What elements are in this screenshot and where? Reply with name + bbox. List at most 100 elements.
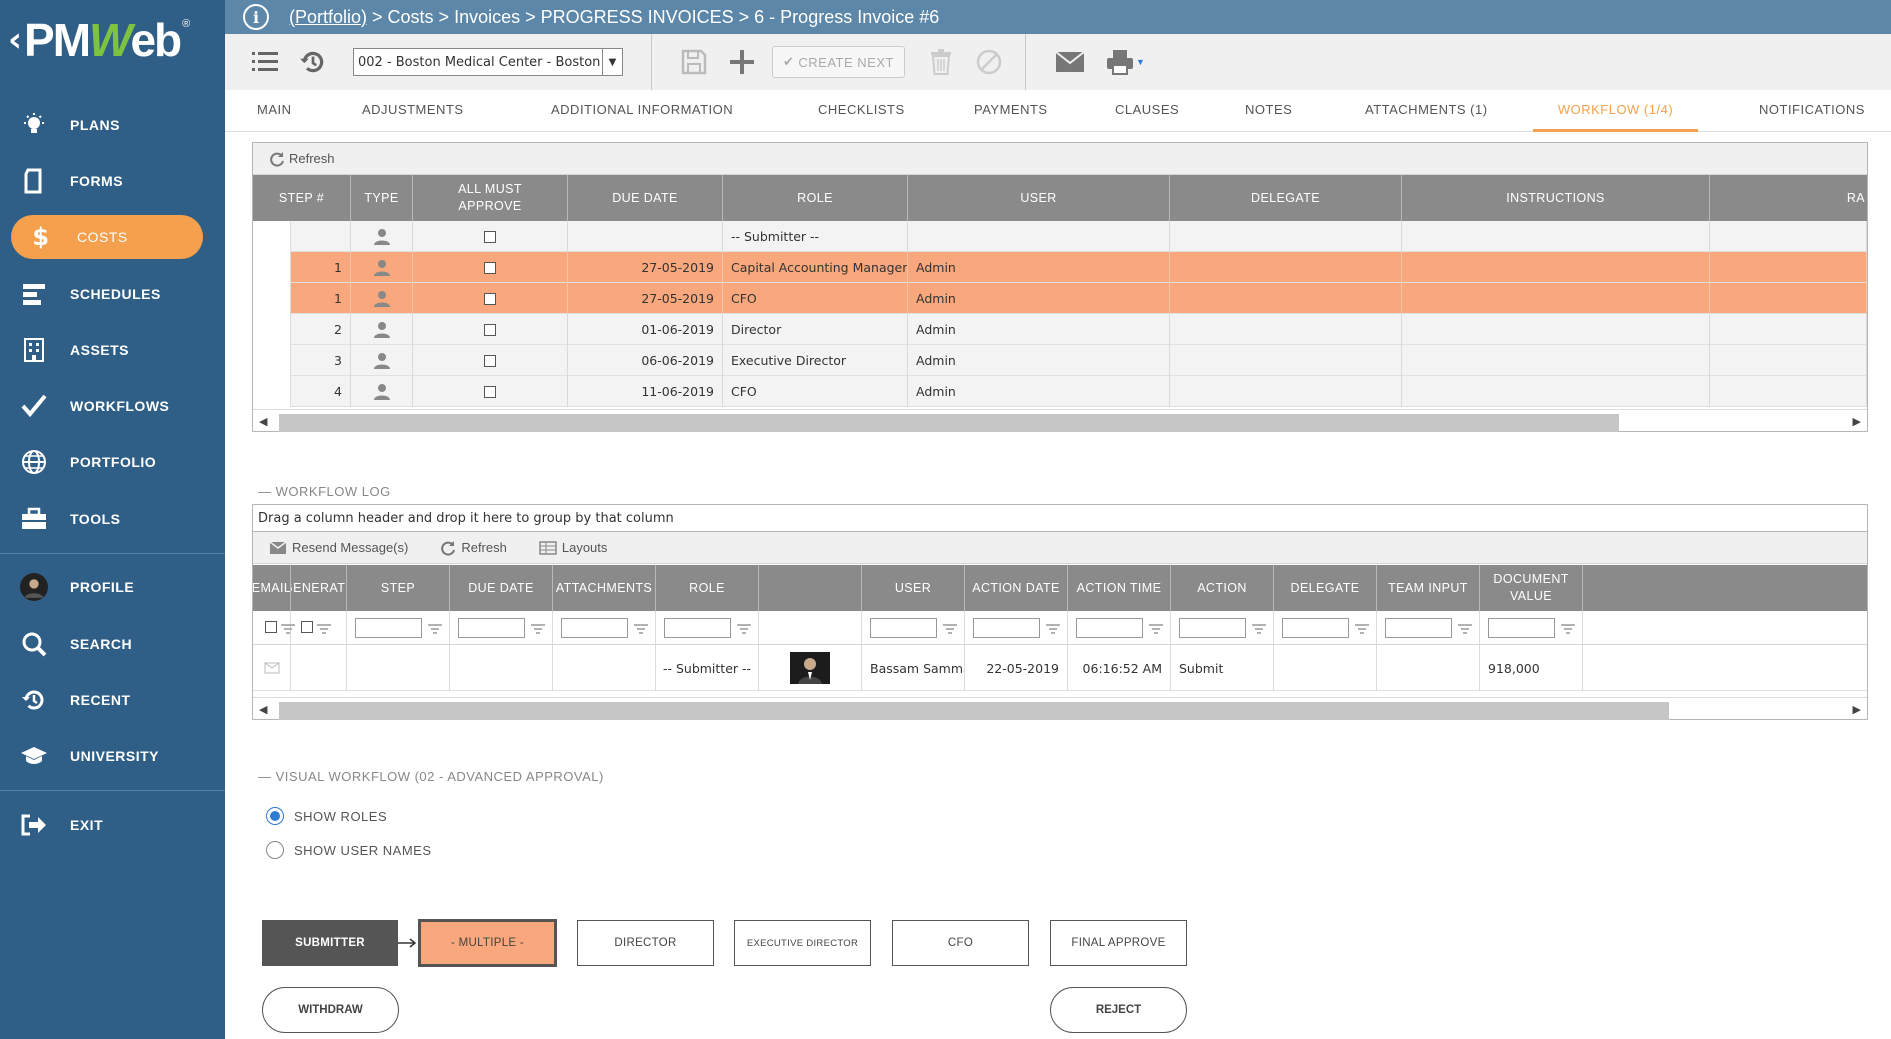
filter-input[interactable] (1282, 618, 1349, 638)
filter-icon[interactable] (737, 624, 751, 634)
wf-node-submitter[interactable]: SUBMITTER (262, 920, 398, 966)
horizontal-scrollbar[interactable]: ◀ ▶ (253, 409, 1867, 432)
project-select[interactable]: 002 - Boston Medical Center - Boston ▼ (353, 48, 623, 76)
checkbox[interactable] (484, 354, 496, 367)
col-action-time[interactable]: ACTION TIME (1068, 565, 1171, 611)
col-ra[interactable]: RA (1710, 175, 1867, 221)
checkbox[interactable] (484, 261, 496, 274)
tab-adjustments[interactable]: ADJUSTMENTS (362, 90, 464, 132)
col-all-must-approve[interactable]: ALL MUST APPROVE (413, 175, 568, 221)
scroll-thumb[interactable] (279, 702, 1669, 720)
sidebar-item-university[interactable]: UNIVERSITY (0, 734, 225, 778)
show-roles-radio[interactable]: SHOW ROLES (266, 807, 387, 825)
filter-input[interactable] (355, 618, 422, 638)
wf-node-cfo[interactable]: CFO (892, 920, 1029, 966)
checkbox[interactable] (484, 230, 496, 243)
table-row[interactable]: 4 11-06-2019 CFO Admin (253, 376, 1867, 407)
col-action-date[interactable]: ACTION DATE (965, 565, 1068, 611)
checkbox[interactable] (484, 292, 496, 305)
table-row[interactable]: 1 27-05-2019 CFO Admin (253, 283, 1867, 314)
filter-icon[interactable] (531, 624, 545, 634)
scroll-left-icon[interactable]: ◀ (259, 415, 267, 428)
table-row[interactable]: 2 01-06-2019 Director Admin (253, 314, 1867, 345)
sidebar-item-workflows[interactable]: WORKFLOWS (0, 384, 225, 428)
breadcrumb-portfolio-link[interactable]: (Portfolio) (289, 7, 367, 28)
visual-workflow-title[interactable]: — VISUAL WORKFLOW (02 - ADVANCED APPROVA… (258, 769, 604, 784)
filter-icon[interactable] (1355, 624, 1369, 634)
wf-node-final-approve[interactable]: FINAL APPROVE (1050, 920, 1187, 966)
group-by-hint[interactable]: Drag a column header and drop it here to… (253, 505, 1867, 532)
show-user-names-radio[interactable]: SHOW USER NAMES (266, 841, 432, 859)
col-delegate[interactable]: DELEGATE (1170, 175, 1402, 221)
filter-input[interactable] (458, 618, 525, 638)
add-icon[interactable] (724, 44, 760, 80)
sidebar-item-assets[interactable]: ASSETS (0, 328, 225, 372)
scroll-right-icon[interactable]: ▶ (1853, 703, 1861, 716)
sidebar-item-schedules[interactable]: SCHEDULES (0, 272, 225, 316)
checkbox[interactable] (484, 385, 496, 398)
tab-notifications[interactable]: NOTIFICATIONS (1759, 90, 1865, 132)
checkbox[interactable] (265, 621, 277, 633)
scroll-thumb[interactable] (279, 414, 1619, 432)
col-generate[interactable]: GENERATE (291, 565, 347, 611)
col-action[interactable]: ACTION (1171, 565, 1274, 611)
email-icon[interactable] (264, 662, 280, 674)
horizontal-scrollbar[interactable]: ◀ ▶ (253, 697, 1867, 720)
sidebar-item-plans[interactable]: PLANS (0, 103, 225, 147)
refresh-button[interactable]: Refresh (440, 540, 507, 556)
wf-node-executive-director[interactable]: EXECUTIVE DIRECTOR (734, 920, 871, 966)
tab-clauses[interactable]: CLAUSES (1115, 90, 1179, 132)
col-role[interactable]: ROLE (656, 565, 759, 611)
filter-input[interactable] (1488, 618, 1555, 638)
pmweb-logo[interactable]: ‹ PMWeb ® (0, 0, 225, 80)
checkbox[interactable] (301, 621, 313, 633)
filter-input[interactable] (973, 618, 1040, 638)
filter-input[interactable] (1179, 618, 1246, 638)
tab-additional-information[interactable]: ADDITIONAL INFORMATION (551, 90, 733, 132)
filter-icon[interactable] (317, 624, 331, 634)
sidebar-item-costs[interactable]: $ COSTS (11, 215, 203, 259)
wf-node-multiple[interactable]: - MULTIPLE - (418, 919, 557, 967)
collapse-icon[interactable]: — (258, 769, 276, 784)
trash-icon[interactable] (923, 44, 959, 80)
radio-button-selected[interactable] (266, 807, 284, 825)
col-role[interactable]: ROLE (723, 175, 908, 221)
checkbox[interactable] (484, 323, 496, 336)
col-instructions[interactable]: INSTRUCTIONS (1402, 175, 1710, 221)
void-icon[interactable] (971, 44, 1007, 80)
save-icon[interactable] (676, 44, 712, 80)
col-user[interactable]: USER (862, 565, 965, 611)
print-dropdown-icon[interactable]: ▼ (1136, 57, 1145, 67)
create-next-button[interactable]: ✔ CREATE NEXT (772, 46, 905, 78)
sidebar-item-forms[interactable]: FORMS (0, 159, 225, 203)
col-delegate[interactable]: DELEGATE (1274, 565, 1377, 611)
filter-input[interactable] (1385, 618, 1452, 638)
tab-checklists[interactable]: CHECKLISTS (818, 90, 905, 132)
filter-input[interactable] (870, 618, 937, 638)
filter-icon[interactable] (1561, 624, 1575, 634)
sidebar-item-tools[interactable]: TOOLS (0, 497, 225, 541)
withdraw-button[interactable]: WITHDRAW (262, 987, 399, 1033)
filter-icon[interactable] (1046, 624, 1060, 634)
reject-button[interactable]: REJECT (1050, 987, 1187, 1033)
scroll-right-icon[interactable]: ▶ (1853, 415, 1861, 428)
col-attachments[interactable]: ATTACHMENTS (553, 565, 656, 611)
scroll-left-icon[interactable]: ◀ (259, 703, 267, 716)
filter-input[interactable] (561, 618, 628, 638)
col-document-value[interactable]: DOCUMENT VALUE (1480, 565, 1583, 611)
back-chevron-icon[interactable]: ‹ (8, 20, 22, 60)
tab-notes[interactable]: NOTES (1245, 90, 1292, 132)
workflow-log-title[interactable]: — WORKFLOW LOG (258, 484, 391, 499)
sidebar-item-profile[interactable]: PROFILE (0, 565, 225, 609)
tab-attachments[interactable]: ATTACHMENTS (1) (1365, 90, 1488, 132)
filter-icon[interactable] (634, 624, 648, 634)
refresh-button[interactable]: Refresh (269, 151, 335, 167)
col-step[interactable]: STEP # (253, 175, 351, 221)
email-icon[interactable] (1052, 44, 1088, 80)
filter-icon[interactable] (1149, 624, 1163, 634)
filter-icon[interactable] (428, 624, 442, 634)
col-due-date[interactable]: DUE DATE (450, 565, 553, 611)
sidebar-item-search[interactable]: SEARCH (0, 622, 225, 666)
col-type[interactable]: TYPE (351, 175, 413, 221)
wf-node-director[interactable]: DIRECTOR (577, 920, 714, 966)
